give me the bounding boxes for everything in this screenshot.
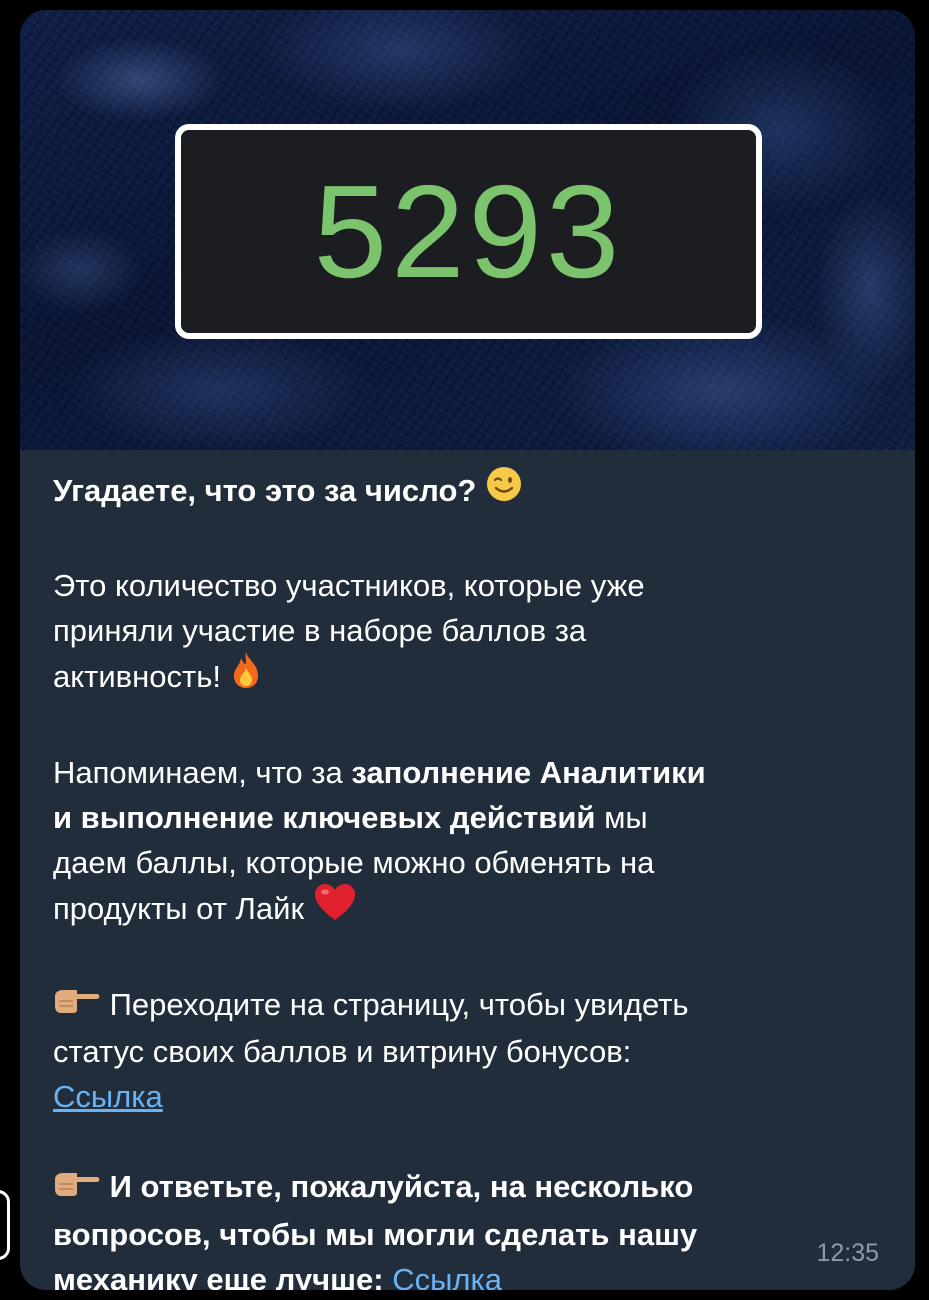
survey-line-3: механику еще лучше: <box>53 1261 393 1290</box>
pointing-right-emoji-icon <box>53 981 101 1026</box>
page-link-line-2: статус своих баллов и витрину бонусов: <box>53 1034 632 1070</box>
participants-line-1: Это количество участников, которые уже <box>53 568 645 603</box>
page-link[interactable]: Ссылка <box>53 1079 163 1114</box>
participants-line-3: активность! <box>53 659 221 695</box>
message-text: Угадаете, что это за число? Это количест… <box>53 465 883 1290</box>
reminder-bold-1: заполнение Аналитики <box>351 755 706 790</box>
partial-avatar-edge <box>0 1190 10 1260</box>
chat-view: 5293 Угадаете, что это за число? Это кол… <box>0 0 929 1300</box>
paragraph-survey: И ответьте, пожалуйста, на несколько воп… <box>53 1164 883 1290</box>
reminder-line-3: даем баллы, которые можно обменять на <box>53 845 655 880</box>
fire-emoji-icon <box>230 650 262 702</box>
paragraph-participants: Это количество участников, которые уже п… <box>53 563 883 705</box>
reminder-text-1: Напоминаем, что за <box>53 755 352 790</box>
pointing-right-emoji-icon <box>53 1164 101 1209</box>
page-link-line-1: Переходите на страницу, чтобы увидеть <box>109 987 689 1022</box>
title-text: Угадаете, что это за число? <box>53 473 477 509</box>
message-image[interactable]: 5293 <box>20 10 915 450</box>
reminder-line-4: продукты от Лайк <box>53 891 305 927</box>
survey-line-1: И ответьте, пожалуйста, на несколько <box>109 1169 694 1205</box>
reminder-text-2: мы <box>595 800 648 835</box>
paragraph-title: Угадаете, что это за число? <box>53 465 883 518</box>
participants-line-2: приняли участие в наборе баллов за <box>53 613 587 648</box>
counter-value: 5293 <box>313 157 624 305</box>
message-bubble[interactable]: 5293 Угадаете, что это за число? Это кол… <box>20 10 915 1290</box>
survey-line-2: вопросов, чтобы мы могли сделать нашу <box>53 1216 698 1252</box>
red-heart-emoji-icon <box>313 882 357 934</box>
reminder-bold-2: и выполнение ключевых действий <box>53 800 596 835</box>
winking-face-emoji-icon <box>485 465 523 515</box>
survey-link[interactable]: Ссылка <box>392 1262 502 1290</box>
paragraph-page-link: Переходите на страницу, чтобы увидеть ст… <box>53 982 883 1119</box>
counter-display: 5293 <box>175 124 762 339</box>
message-timestamp: 12:35 <box>816 1239 879 1267</box>
paragraph-reminder: Напоминаем, что за заполнение Аналитики … <box>53 750 883 937</box>
